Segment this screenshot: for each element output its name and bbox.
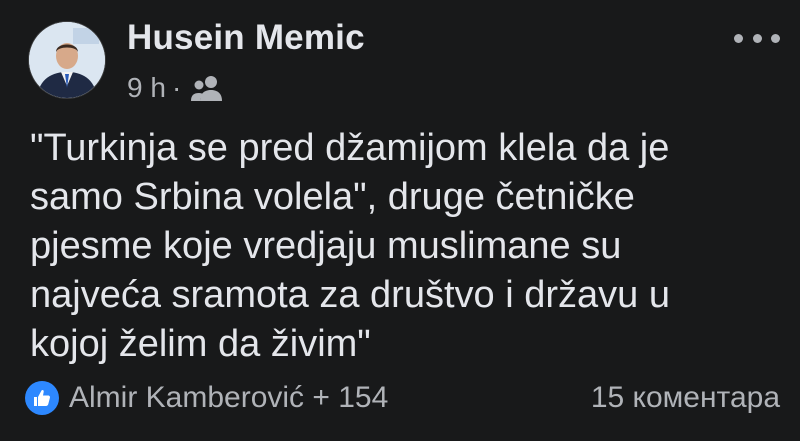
- friends-icon[interactable]: [189, 74, 225, 102]
- dot-icon: [734, 33, 743, 43]
- post-footer: Almir Kamberović + 154 15 коментара: [25, 376, 780, 420]
- post-text-line: "Turkinja se pred džamijom klela da je: [30, 127, 670, 169]
- meta-separator: ·: [171, 72, 182, 103]
- dot-icon: [752, 33, 762, 43]
- post-text: "Turkinja se pred džamijom klela da je s…: [30, 124, 780, 369]
- like-icon[interactable]: [25, 381, 59, 415]
- post-text-line: samo Srbina volela", druge četničke: [30, 176, 635, 218]
- post-text-line: kojoj želim da živim": [30, 323, 371, 365]
- dot-icon: [771, 33, 780, 43]
- avatar[interactable]: [29, 22, 105, 98]
- post-text-line: najveća sramota za društvo i državu u: [30, 274, 670, 316]
- profile-photo: [29, 22, 105, 98]
- more-options-button[interactable]: [734, 26, 780, 50]
- post-card: Husein Memic 9 h · "Turkinja se pred dža…: [0, 0, 800, 441]
- post-time[interactable]: 9 h: [127, 72, 166, 104]
- post-meta: 9 h ·: [127, 72, 225, 104]
- comments-count[interactable]: 15 коментара: [591, 381, 780, 415]
- author-name[interactable]: Husein Memic: [127, 18, 365, 58]
- reactions-summary[interactable]: Almir Kamberović + 154: [69, 381, 388, 415]
- post-text-line: pjesme koje vredjaju muslimane su: [30, 225, 622, 267]
